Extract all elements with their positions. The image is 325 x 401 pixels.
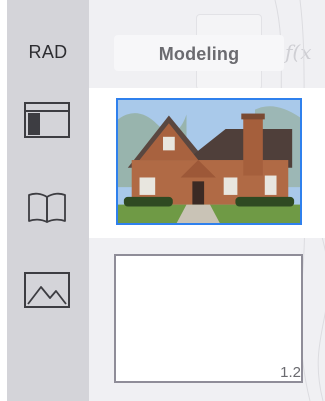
slide-thumbnail-house[interactable]: [116, 98, 302, 225]
rad-mode-label[interactable]: RAD: [7, 42, 89, 63]
document-title: Modeling: [158, 44, 240, 64]
sidebar: RAD: [7, 0, 89, 401]
slide-thumbnail-blank[interactable]: 1.2: [114, 254, 303, 383]
main-canvas: ƒ(x Modeling 1.2: [89, 0, 325, 401]
image-icon[interactable]: [23, 270, 71, 310]
house-photo: [118, 100, 300, 223]
layout-panel-icon[interactable]: [23, 100, 71, 140]
slide-number: 1.2: [280, 364, 301, 381]
book-icon[interactable]: [23, 188, 71, 228]
left-edge: [0, 0, 7, 401]
